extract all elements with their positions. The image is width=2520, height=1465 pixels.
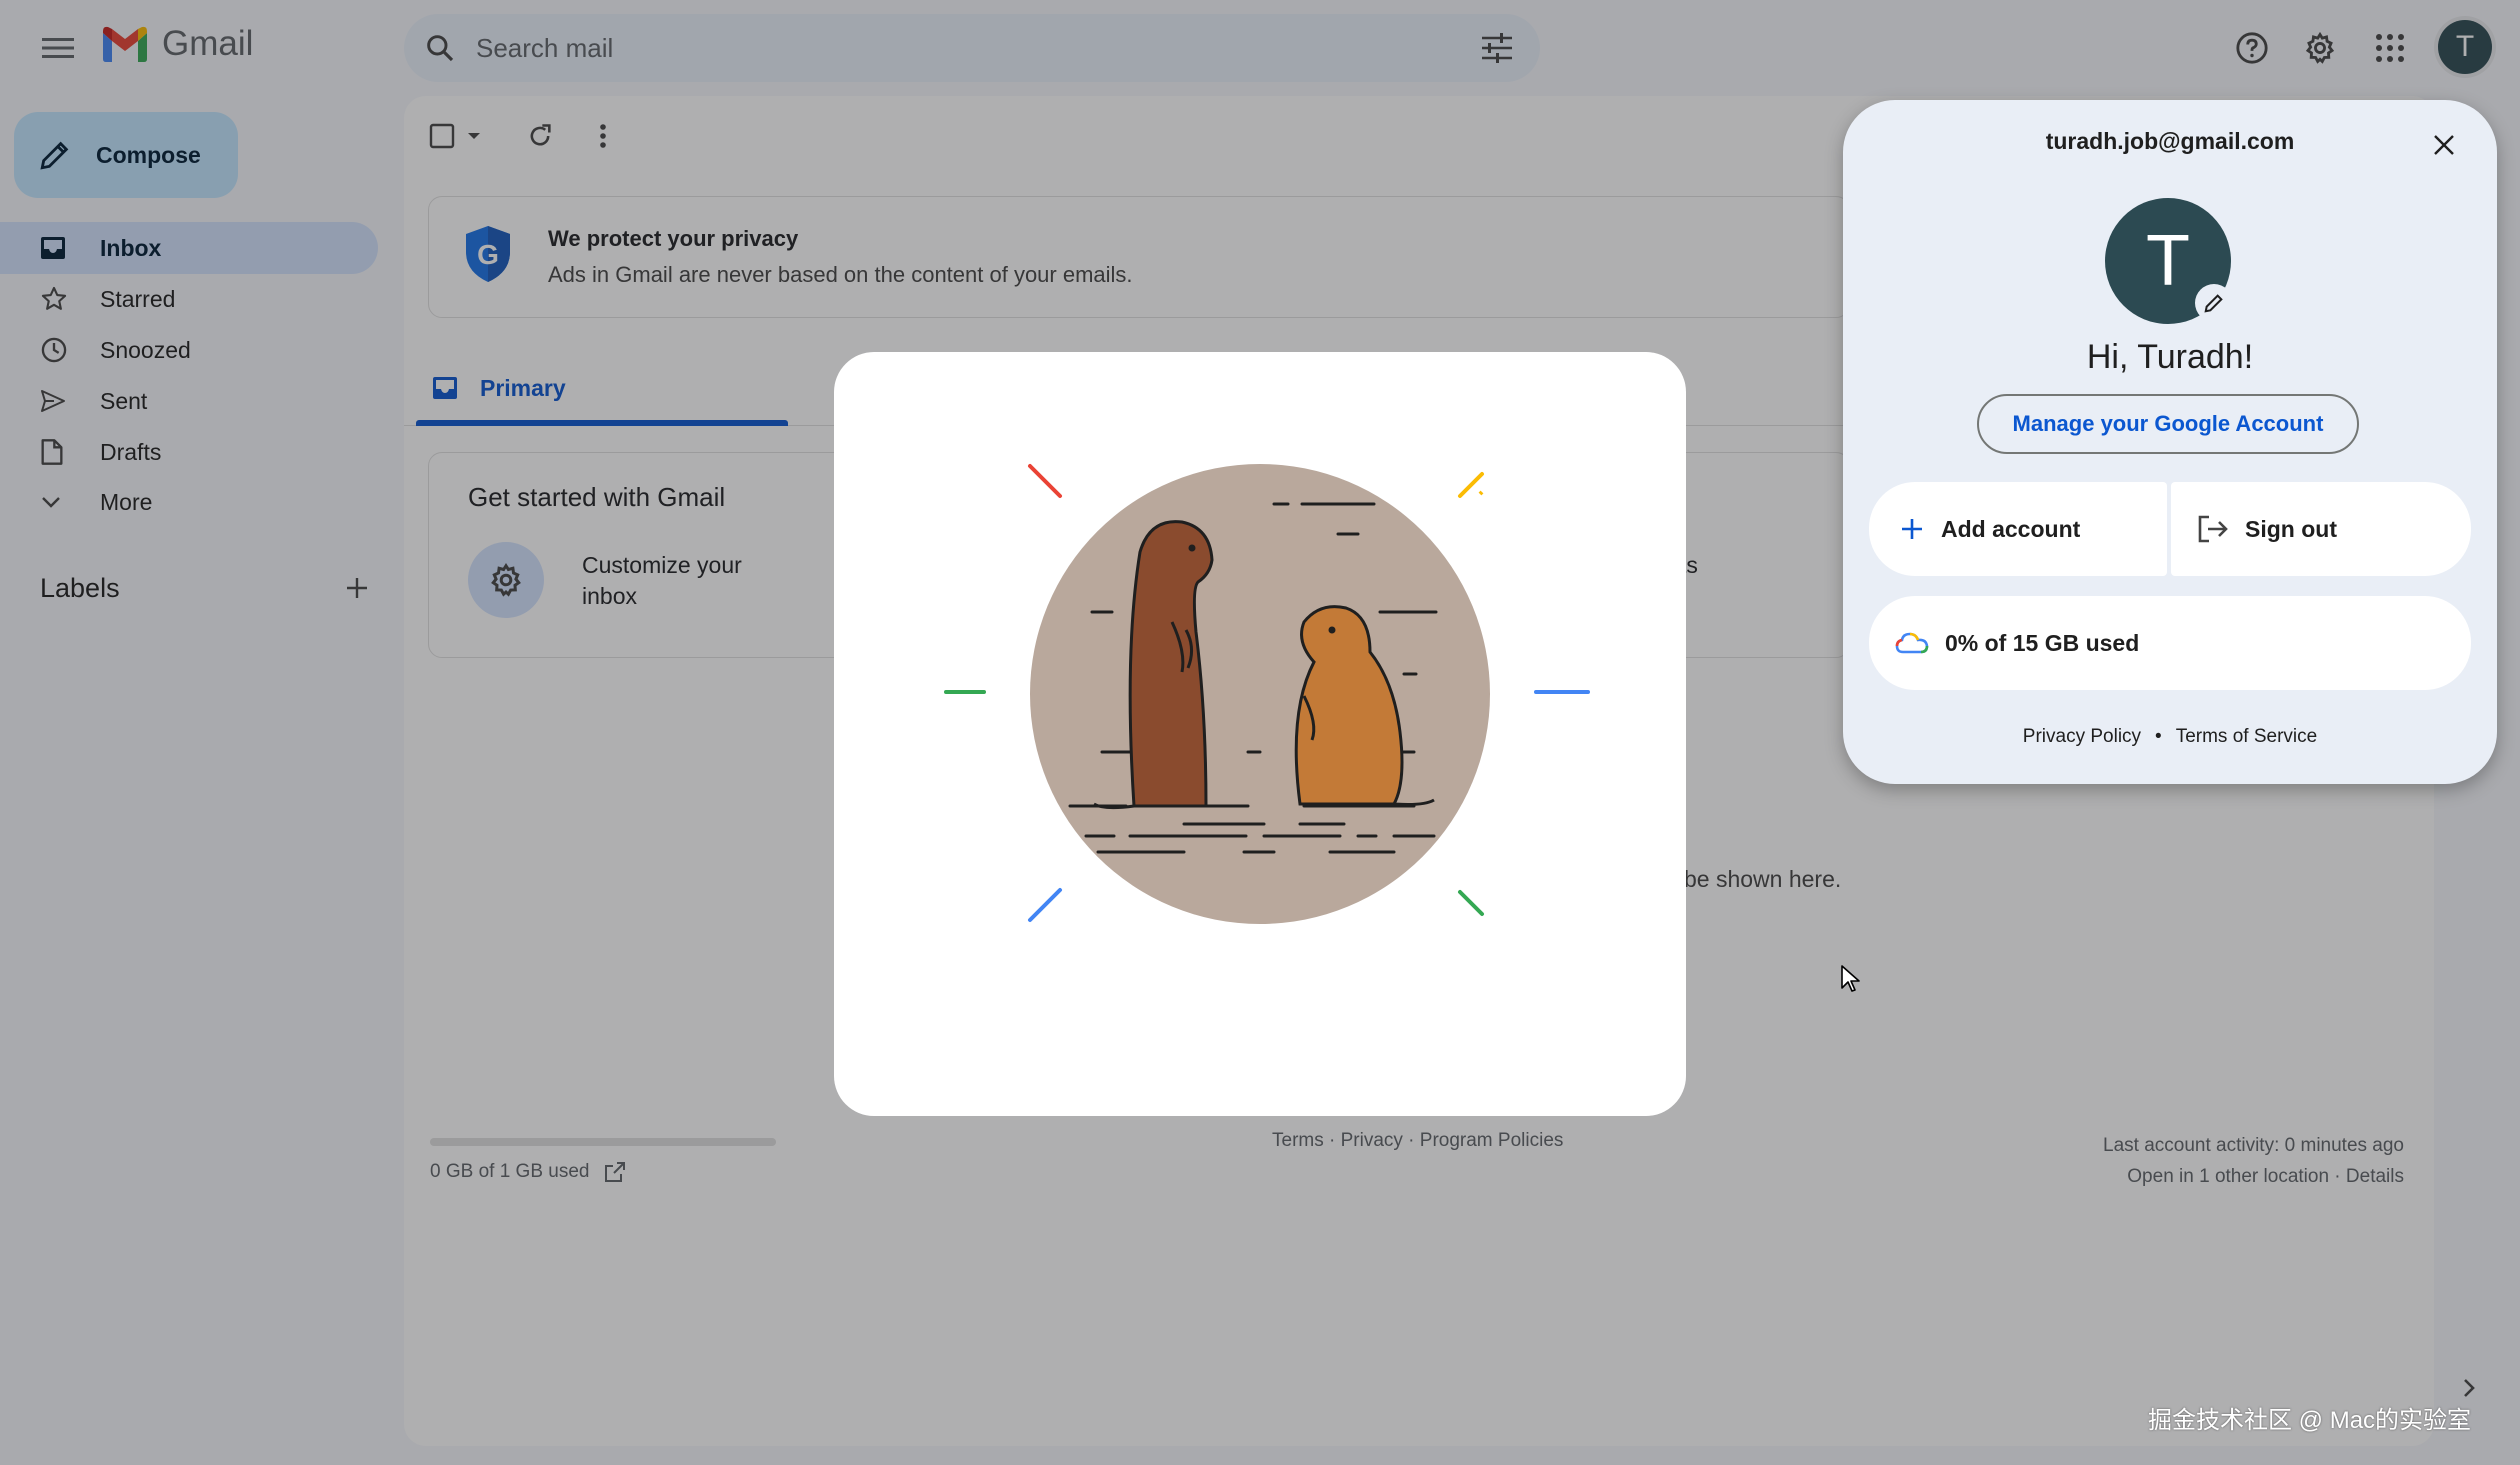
account-storage-button[interactable]: 0% of 15 GB used — [1869, 596, 2471, 690]
add-account-button[interactable]: Add account — [1869, 482, 2167, 576]
close-icon — [2434, 135, 2454, 155]
terms-link[interactable]: Terms of Service — [2176, 726, 2317, 747]
account-greeting: Hi, Turadh! — [2086, 338, 2254, 376]
sign-out-label: Sign out — [2245, 515, 2337, 542]
mouse-cursor-icon — [1840, 964, 1862, 994]
account-popup: turadh.job@gmail.com T Hi, Turadh! Manag… — [1843, 100, 2497, 784]
add-account-label: Add account — [1941, 515, 2081, 542]
logout-icon — [2197, 514, 2229, 544]
account-storage-label: 0% of 15 GB used — [1945, 629, 2140, 656]
watermark-text: 掘金技术社区 @ Mac的实验室 — [2148, 1407, 2472, 1434]
edit-photo-button[interactable] — [2195, 284, 2233, 322]
sign-out-button[interactable]: Sign out — [2171, 482, 2471, 576]
account-footer-links: Privacy Policy • Terms of Service — [1843, 726, 2497, 748]
account-actions: Add account Sign out — [1869, 482, 2471, 576]
cloud-icon — [1895, 631, 1929, 655]
close-account-popup-button[interactable] — [2421, 122, 2467, 168]
welcome-illustration — [944, 464, 1590, 924]
pencil-icon — [2204, 294, 2223, 313]
plus-icon — [1899, 516, 1925, 542]
privacy-policy-link[interactable]: Privacy Policy — [2023, 726, 2141, 747]
welcome-dialog — [834, 352, 1686, 1116]
manage-account-button[interactable]: Manage your Google Account — [1977, 394, 2359, 454]
account-email: turadh.job@gmail.com — [2045, 128, 2295, 154]
separator-dot: • — [2155, 726, 2162, 747]
